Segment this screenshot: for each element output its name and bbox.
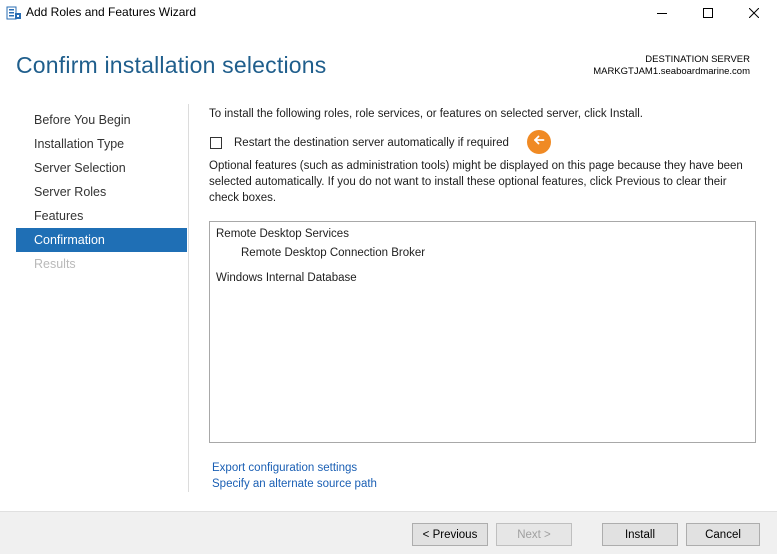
server-manager-icon <box>6 5 22 21</box>
title-bar: Add Roles and Features Wizard <box>0 0 777 26</box>
list-item: Remote Desktop Services <box>216 228 349 240</box>
maximize-icon <box>703 8 713 18</box>
minimize-button[interactable] <box>639 0 685 26</box>
optional-features-note: Optional features (such as administratio… <box>209 160 743 204</box>
nav-item-server-roles[interactable]: Server Roles <box>16 180 187 204</box>
install-button[interactable]: Install <box>602 523 678 546</box>
nav-item-installation-type[interactable]: Installation Type <box>16 132 187 156</box>
nav-divider <box>188 104 189 492</box>
nav-item-features[interactable]: Features <box>16 204 187 228</box>
close-button[interactable] <box>731 0 777 26</box>
list-item: Windows Internal Database <box>216 272 357 284</box>
restart-checkbox[interactable] <box>210 137 222 149</box>
arrow-left-icon <box>533 133 545 151</box>
wizard-nav: Before You Begin Installation Type Serve… <box>16 108 187 276</box>
destination-server-label: DESTINATION SERVER <box>645 54 750 65</box>
window-title: Add Roles and Features Wizard <box>26 5 197 19</box>
close-icon <box>749 8 759 18</box>
previous-button[interactable]: < Previous <box>412 523 488 546</box>
nav-item-server-selection[interactable]: Server Selection <box>16 156 187 180</box>
nav-item-results: Results <box>34 257 76 271</box>
selections-list[interactable]: Remote Desktop Services Remote Desktop C… <box>209 221 756 443</box>
hint-marker <box>527 130 551 154</box>
page-title: Confirm installation selections <box>16 52 327 78</box>
cancel-button[interactable]: Cancel <box>686 523 760 546</box>
next-button: Next > <box>496 523 572 546</box>
maximize-button[interactable] <box>685 0 731 26</box>
export-config-link[interactable]: Export configuration settings <box>212 462 357 474</box>
restart-checkbox-label[interactable]: Restart the destination server automatic… <box>234 137 509 149</box>
minimize-icon <box>657 8 667 18</box>
list-item: Remote Desktop Connection Broker <box>241 247 426 259</box>
nav-item-confirmation[interactable]: Confirmation <box>16 228 187 252</box>
intro-text: To install the following roles, role ser… <box>209 108 643 120</box>
wizard-window: Add Roles and Features Wizard Confirm in… <box>0 0 777 554</box>
destination-server-name: MARKGTJAM1.seaboardmarine.com <box>593 66 750 77</box>
nav-item-before-you-begin[interactable]: Before You Begin <box>16 108 187 132</box>
alternate-source-link[interactable]: Specify an alternate source path <box>212 478 377 490</box>
